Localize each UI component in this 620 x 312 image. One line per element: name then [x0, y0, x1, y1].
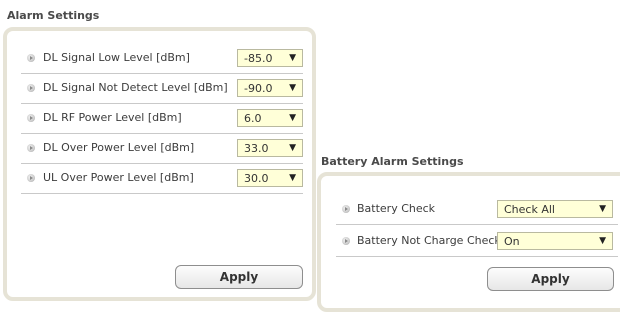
alarm-row-label: DL RF Power Level [dBm] — [43, 111, 182, 124]
dl-rf-power-select[interactable]: 6.0 ▼ — [237, 109, 303, 127]
chevron-down-icon: ▼ — [289, 83, 296, 93]
alarm-apply-button[interactable]: Apply — [175, 265, 303, 289]
chevron-down-icon: ▼ — [599, 236, 606, 246]
alarm-row-ul-over-power: UL Over Power Level [dBm] 30.0 ▼ — [21, 164, 303, 194]
battery-row-not-charge-check: Battery Not Charge Check On ▼ — [336, 227, 618, 257]
bullet-icon — [27, 54, 35, 62]
chevron-down-icon: ▼ — [599, 204, 606, 214]
alarm-row-label: DL Over Power Level [dBm] — [43, 141, 195, 154]
battery-check-select[interactable]: Check All ▼ — [497, 200, 613, 218]
bullet-icon — [342, 237, 350, 245]
alarm-row-label: UL Over Power Level [dBm] — [43, 171, 194, 184]
battery-alarm-settings-panel: Battery Check Check All ▼ Battery Not Ch… — [317, 172, 620, 312]
alarm-row-label: DL Signal Not Detect Level [dBm] — [43, 81, 228, 94]
battery-row-label: Battery Not Charge Check — [357, 234, 501, 247]
alarm-row-dl-signal-not-detect: DL Signal Not Detect Level [dBm] -90.0 ▼ — [21, 74, 303, 104]
alarm-row-dl-over-power: DL Over Power Level [dBm] 33.0 ▼ — [21, 134, 303, 164]
select-value: 6.0 — [244, 112, 262, 125]
chevron-down-icon: ▼ — [289, 143, 296, 153]
battery-row-check: Battery Check Check All ▼ — [336, 195, 618, 225]
select-value: Check All — [504, 203, 555, 216]
dl-signal-not-detect-select[interactable]: -90.0 ▼ — [237, 79, 303, 97]
select-value: 33.0 — [244, 142, 269, 155]
dl-signal-low-select[interactable]: -85.0 ▼ — [237, 49, 303, 67]
alarm-row-dl-rf-power: DL RF Power Level [dBm] 6.0 ▼ — [21, 104, 303, 134]
battery-not-charge-select[interactable]: On ▼ — [497, 232, 613, 250]
battery-alarm-settings-title: Battery Alarm Settings — [321, 155, 464, 168]
select-value: -85.0 — [244, 52, 273, 65]
battery-row-label: Battery Check — [357, 202, 436, 215]
chevron-down-icon: ▼ — [289, 113, 296, 123]
battery-apply-button[interactable]: Apply — [487, 267, 614, 291]
bullet-icon — [342, 205, 350, 213]
bullet-icon — [27, 174, 35, 182]
chevron-down-icon: ▼ — [289, 173, 296, 183]
alarm-settings-title: Alarm Settings — [7, 9, 100, 22]
ul-over-power-select[interactable]: 30.0 ▼ — [237, 169, 303, 187]
select-value: -90.0 — [244, 82, 273, 95]
select-value: 30.0 — [244, 172, 269, 185]
chevron-down-icon: ▼ — [289, 53, 296, 63]
alarm-row-dl-signal-low: DL Signal Low Level [dBm] -85.0 ▼ — [21, 44, 303, 74]
bullet-icon — [27, 84, 35, 92]
bullet-icon — [27, 114, 35, 122]
alarm-row-label: DL Signal Low Level [dBm] — [43, 51, 190, 64]
alarm-settings-panel: DL Signal Low Level [dBm] -85.0 ▼ DL Sig… — [3, 27, 316, 301]
dl-over-power-select[interactable]: 33.0 ▼ — [237, 139, 303, 157]
bullet-icon — [27, 144, 35, 152]
select-value: On — [504, 235, 520, 248]
